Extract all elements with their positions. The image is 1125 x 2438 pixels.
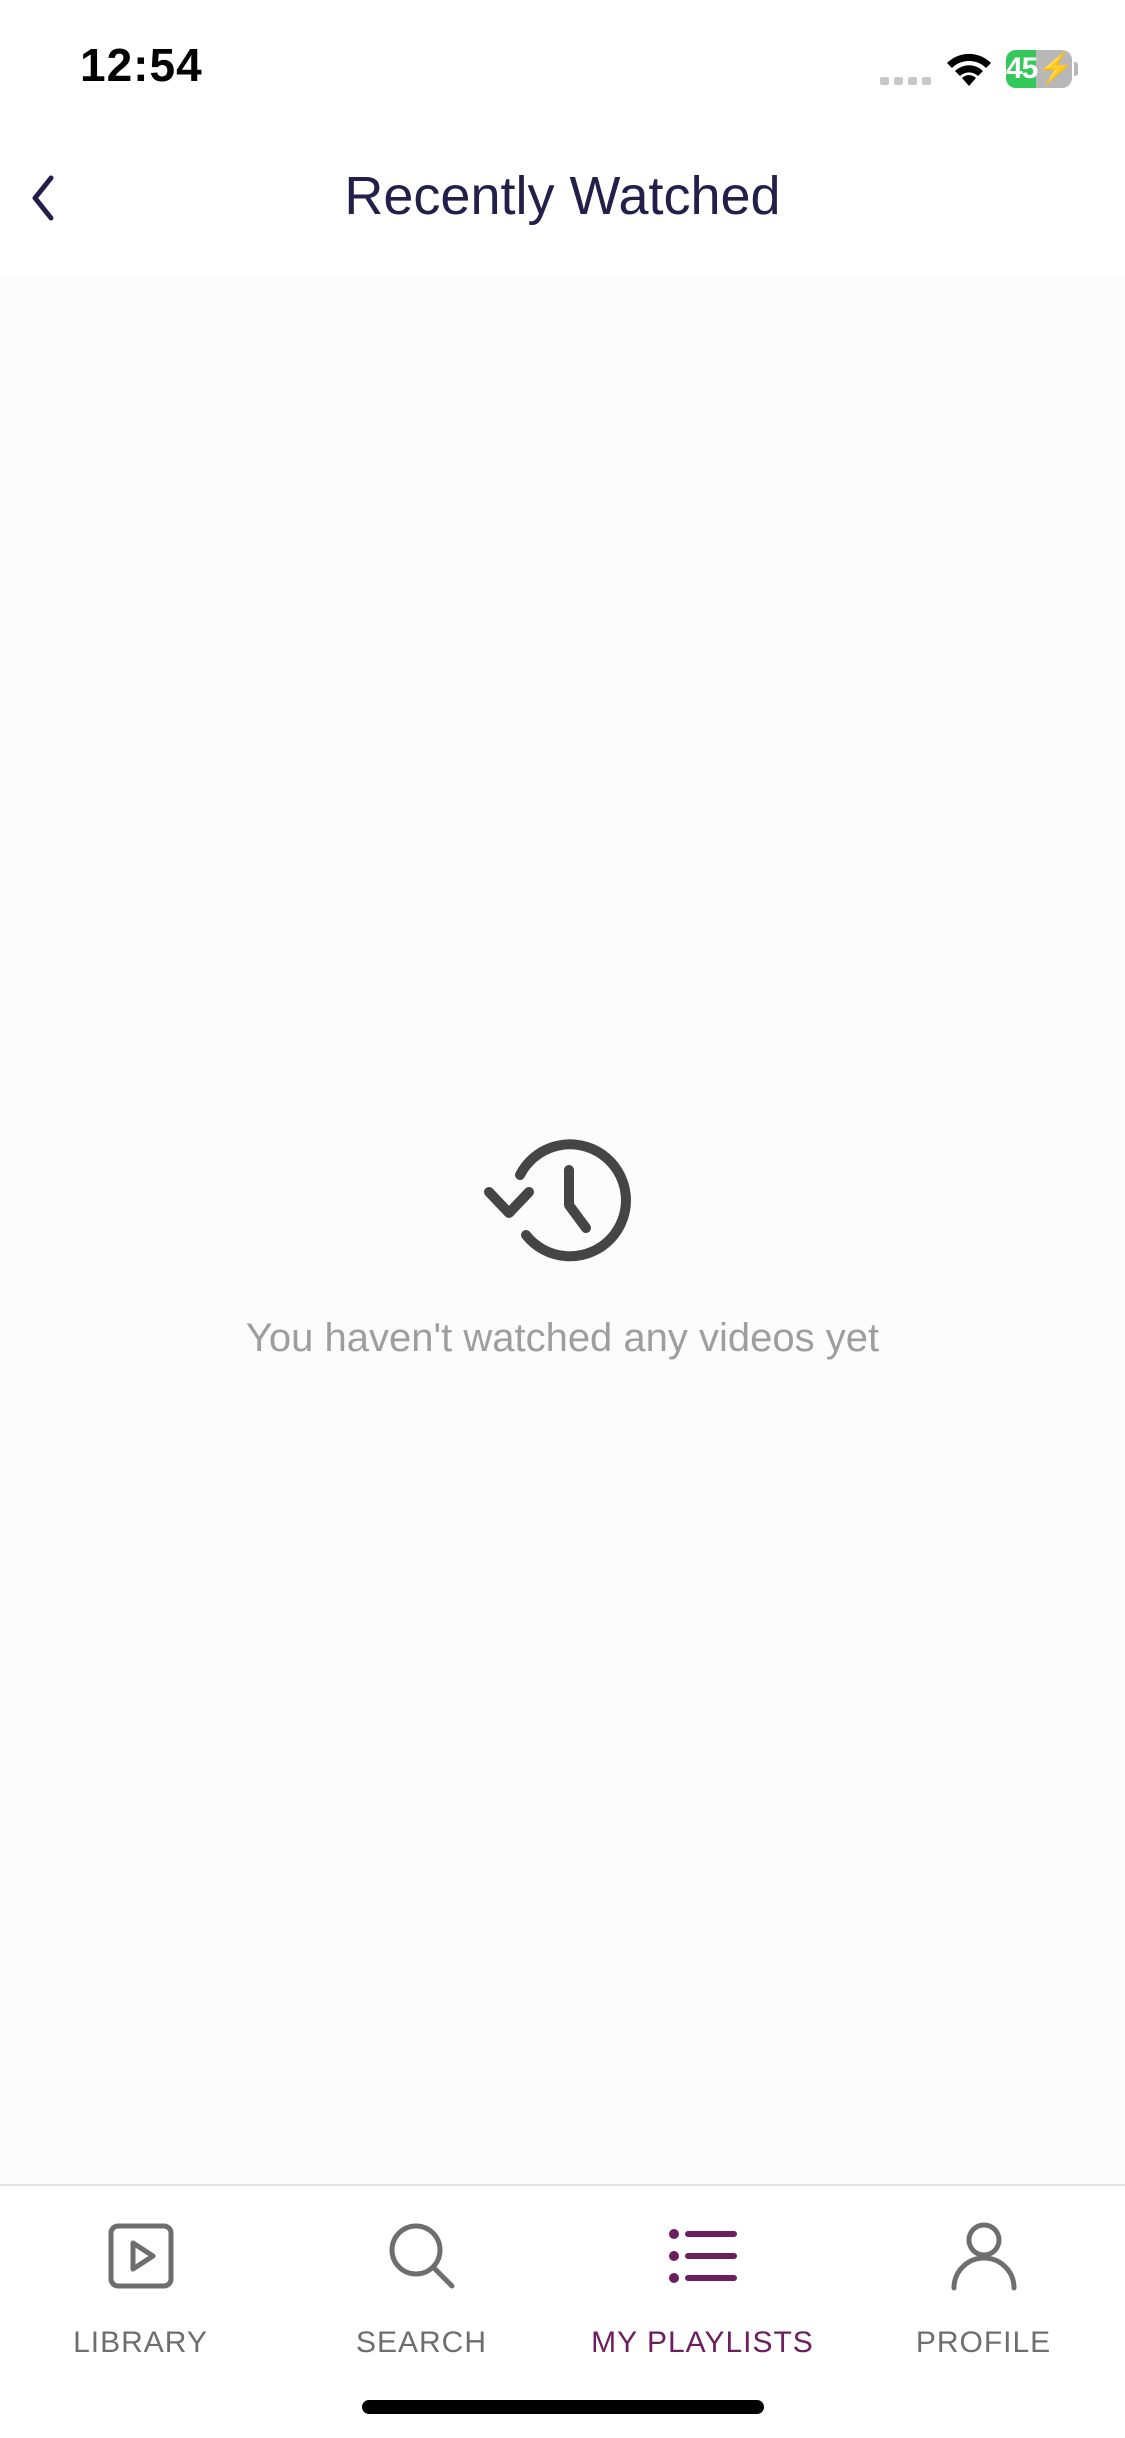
tab-profile-icon-wrap: [843, 2216, 1124, 2296]
status-bar: 12:54 45⚡: [0, 0, 1125, 135]
charging-bolt-icon: ⚡: [1037, 52, 1072, 85]
tab-profile[interactable]: PROFILE: [843, 2186, 1124, 2366]
tab-search-icon-wrap: [281, 2216, 562, 2296]
tab-library[interactable]: LIBRARY: [0, 2186, 281, 2366]
status-time: 12:54: [80, 39, 203, 91]
battery-cap: [1074, 62, 1078, 76]
tab-my-playlists-icon-wrap: [562, 2216, 843, 2296]
tab-label: SEARCH: [355, 2326, 488, 2359]
tab-label: MY PLAYLISTS: [591, 2326, 814, 2359]
tab-bar: LIBRARY SEARCH MY PLAYLISTS PROFILE: [0, 2184, 1125, 2438]
play-square-icon: [108, 2223, 173, 2289]
battery-body: 45⚡: [1006, 50, 1072, 88]
person-icon: [951, 2222, 1016, 2291]
tab-library-icon-wrap: [0, 2216, 281, 2296]
battery-level-text: 45: [1006, 52, 1038, 85]
tab-search[interactable]: SEARCH: [281, 2186, 562, 2366]
battery-level: 45⚡: [1006, 50, 1072, 88]
empty-state: You haven't watched any videos yet: [0, 1120, 1125, 1380]
home-indicator: [362, 2400, 764, 2414]
battery-charging-icon: 45⚡: [1006, 50, 1078, 88]
tab-label: LIBRARY: [73, 2326, 208, 2359]
signal-icon: [880, 77, 931, 85]
empty-message: You haven't watched any videos yet: [245, 1316, 880, 1360]
list-icon: [668, 2229, 737, 2283]
page-title: Recently Watched: [344, 166, 781, 226]
search-icon: [389, 2223, 454, 2289]
wifi-icon: [947, 53, 991, 86]
history-icon: [484, 1139, 631, 1262]
tab-my-playlists[interactable]: MY PLAYLISTS: [562, 2186, 843, 2366]
tab-label: PROFILE: [915, 2326, 1052, 2359]
nav-header: Recently Watched: [0, 135, 1125, 275]
